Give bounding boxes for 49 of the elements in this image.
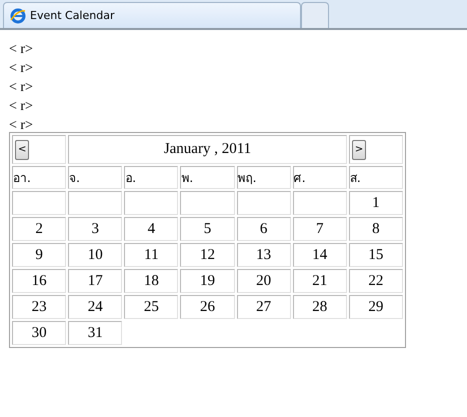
day-cell[interactable]: 30 (12, 321, 66, 345)
weekday-header: ส. (348, 166, 403, 189)
day-cell[interactable]: 5 (180, 217, 235, 241)
day-cell[interactable]: 4 (124, 217, 178, 241)
day-cell[interactable]: 24 (68, 295, 122, 319)
day-cell[interactable]: 6 (236, 217, 291, 241)
day-cell[interactable]: 2 (12, 217, 66, 241)
day-cell[interactable]: 10 (68, 243, 122, 267)
text-line: < r> (9, 98, 34, 116)
browser-logo-icon (10, 8, 26, 24)
day-cell[interactable]: 29 (348, 295, 403, 319)
weekday-header: พฤ. (236, 166, 291, 189)
day-cell[interactable]: 20 (236, 269, 291, 293)
text-line: < r> (9, 117, 34, 135)
weekday-header: จ. (68, 166, 122, 189)
text-line: < r> (9, 79, 34, 97)
weekday-header: อา. (12, 166, 66, 189)
day-cell[interactable]: 26 (180, 295, 235, 319)
day-cell[interactable]: 8 (348, 217, 403, 241)
day-cell[interactable]: 22 (348, 269, 403, 293)
day-cell[interactable]: 15 (348, 243, 403, 267)
day-cell[interactable]: 14 (292, 243, 347, 267)
browser-tab[interactable] (301, 2, 329, 28)
day-cell[interactable]: 31 (68, 321, 122, 345)
month-title: January , 2011 (68, 135, 347, 164)
day-cell[interactable]: 21 (292, 269, 347, 293)
day-cell[interactable]: 13 (236, 243, 291, 267)
day-cell[interactable]: 9 (12, 243, 66, 267)
previous-month-button[interactable]: < (15, 140, 30, 160)
day-cell[interactable]: 18 (124, 269, 178, 293)
day-cell[interactable]: 17 (68, 269, 122, 293)
day-cell[interactable]: 25 (124, 295, 178, 319)
day-cell[interactable]: 27 (236, 295, 291, 319)
day-cell[interactable]: 19 (180, 269, 235, 293)
day-cell[interactable]: 28 (292, 295, 347, 319)
text-line: < r> (9, 41, 34, 59)
text-line: < r> (9, 60, 34, 78)
day-cell[interactable]: 23 (12, 295, 66, 319)
day-cell[interactable]: 16 (12, 269, 66, 293)
day-cell[interactable]: 3 (68, 217, 122, 241)
next-month-button[interactable]: > (352, 140, 366, 160)
weekday-header: ศ. (292, 166, 347, 189)
weekday-header: พ. (180, 166, 235, 189)
day-cell[interactable]: 12 (180, 243, 235, 267)
day-cell[interactable]: 11 (124, 243, 178, 267)
weekday-header: อ. (124, 166, 178, 189)
browser-tab[interactable]: Event Calendar (3, 2, 301, 28)
day-cell[interactable]: 7 (292, 217, 347, 241)
day-cell[interactable]: 1 (348, 191, 403, 215)
